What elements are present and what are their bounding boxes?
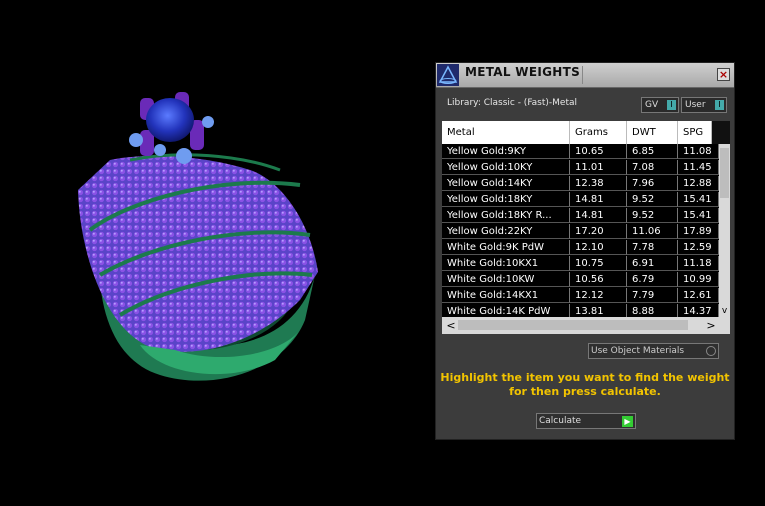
cell-grams: 10.56 [570,272,627,287]
cell-dwt: 6.79 [627,272,678,287]
cell-dwt: 11.06 [627,224,678,239]
cell-metal: Yellow Gold:14KY [442,176,570,191]
cell-metal: White Gold:10KW [442,272,570,287]
panel-title: METAL WEIGHTS [465,65,581,79]
cell-metal: Yellow Gold:10KY [442,160,570,175]
cell-dwt: 9.52 [627,192,678,207]
cell-dwt: 6.85 [627,144,678,159]
cell-spg: 15.41 [678,208,719,223]
cell-grams: 11.01 [570,160,627,175]
panel-titlebar[interactable]: METAL WEIGHTS × [436,63,734,88]
table-row[interactable]: Yellow Gold:18KY R... 14.81 9.52 15.41 [442,208,719,224]
cell-spg: 12.88 [678,176,719,191]
cell-spg: 10.99 [678,272,719,287]
user-toggle-label: User [685,100,706,110]
cell-dwt: 7.79 [627,288,678,303]
column-header-spg[interactable]: SPG [678,121,712,144]
cell-spg: 11.08 [678,144,719,159]
calculate-button[interactable]: Calculate ▶ [536,413,636,429]
calculate-label: Calculate [539,416,582,426]
table-body: Yellow Gold:9KY 10.65 6.85 11.08 Yellow Gold… [442,144,719,317]
table-row[interactable]: Yellow Gold:9KY 10.65 6.85 11.08 [442,144,719,160]
gv-toggle[interactable]: GV I [641,97,679,113]
cell-grams: 12.10 [570,240,627,255]
cell-metal: Yellow Gold:9KY [442,144,570,159]
column-header-grams[interactable]: Grams [570,121,627,144]
table-row[interactable]: White Gold:9K PdW 12.10 7.78 12.59 [442,240,719,256]
cell-grams: 12.12 [570,288,627,303]
app-logo-icon [437,64,459,86]
ring-render [78,92,318,381]
cell-grams: 10.65 [570,144,627,159]
radio-icon [706,346,716,356]
scroll-right-icon[interactable]: > [704,317,718,334]
table-row[interactable]: White Gold:14K PdW 13.81 8.88 14.37 [442,304,719,317]
use-object-materials-label: Use Object Materials [591,346,685,356]
cell-grams: 17.20 [570,224,627,239]
center-stone [129,92,214,164]
cell-metal: Yellow Gold:18KY [442,192,570,207]
table-header: Metal Grams DWT SPG [442,121,712,144]
cell-spg: 12.61 [678,288,719,303]
table-row[interactable]: Yellow Gold:10KY 11.01 7.08 11.45 [442,160,719,176]
metal-weights-panel: METAL WEIGHTS × Library: Classic - (Fast… [435,62,735,440]
cell-spg: 14.37 [678,304,719,317]
vertical-scroll-thumb[interactable] [720,148,729,198]
table-header-corner [712,121,730,144]
close-icon[interactable]: × [717,68,730,81]
metal-weights-table: Metal Grams DWT SPG Yellow Gold:9KY 10.65… [442,121,730,334]
cell-dwt: 7.78 [627,240,678,255]
column-header-dwt[interactable]: DWT [627,121,678,144]
column-header-metal[interactable]: Metal [442,121,570,144]
cell-metal: White Gold:14KX1 [442,288,570,303]
cell-metal: White Gold:10KX1 [442,256,570,271]
cell-metal: Yellow Gold:18KY R... [442,208,570,223]
user-toggle[interactable]: User I [681,97,727,113]
cell-spg: 12.59 [678,240,719,255]
cell-grams: 10.75 [570,256,627,271]
horizontal-scrollbar[interactable]: < > [442,317,730,334]
table-row[interactable]: White Gold:10KX1 10.75 6.91 11.18 [442,256,719,272]
scroll-down-icon[interactable]: v [719,305,730,317]
instruction-line-1: Highlight the item you want to find the … [440,371,730,384]
cell-dwt: 7.96 [627,176,678,191]
cell-metal: White Gold:9K PdW [442,240,570,255]
cell-grams: 12.38 [570,176,627,191]
table-row[interactable]: White Gold:14KX1 12.12 7.79 12.61 [442,288,719,304]
cell-grams: 14.81 [570,192,627,207]
scroll-left-icon[interactable]: < [444,317,458,334]
instruction-line-2: for then press calculate. [509,385,661,398]
table-row[interactable]: Yellow Gold:14KY 12.38 7.96 12.88 [442,176,719,192]
cell-metal: White Gold:14K PdW [442,304,570,317]
3d-viewport[interactable] [0,0,430,502]
cell-spg: 11.18 [678,256,719,271]
toggle-switch-icon: I [667,100,676,110]
title-divider [582,66,583,84]
play-arrow-icon: ▶ [622,416,633,427]
cell-spg: 15.41 [678,192,719,207]
cell-grams: 14.81 [570,208,627,223]
use-object-materials-toggle[interactable]: Use Object Materials [588,343,719,359]
vertical-scrollbar[interactable]: v [719,144,730,317]
cell-dwt: 6.91 [627,256,678,271]
cell-dwt: 9.52 [627,208,678,223]
cell-spg: 17.89 [678,224,719,239]
cell-grams: 13.81 [570,304,627,317]
instruction-text: Highlight the item you want to find the … [436,371,734,399]
table-row[interactable]: White Gold:10KW 10.56 6.79 10.99 [442,272,719,288]
gv-toggle-label: GV [645,100,659,110]
cell-metal: Yellow Gold:22KY [442,224,570,239]
cell-dwt: 8.88 [627,304,678,317]
table-row[interactable]: Yellow Gold:18KY 14.81 9.52 15.41 [442,192,719,208]
cell-spg: 11.45 [678,160,719,175]
toggle-switch-icon: I [715,100,724,110]
cell-dwt: 7.08 [627,160,678,175]
table-row[interactable]: Yellow Gold:22KY 17.20 11.06 17.89 [442,224,719,240]
horizontal-scroll-thumb[interactable] [458,320,688,330]
library-label: Library: Classic - (Fast)-Metal [447,98,578,108]
